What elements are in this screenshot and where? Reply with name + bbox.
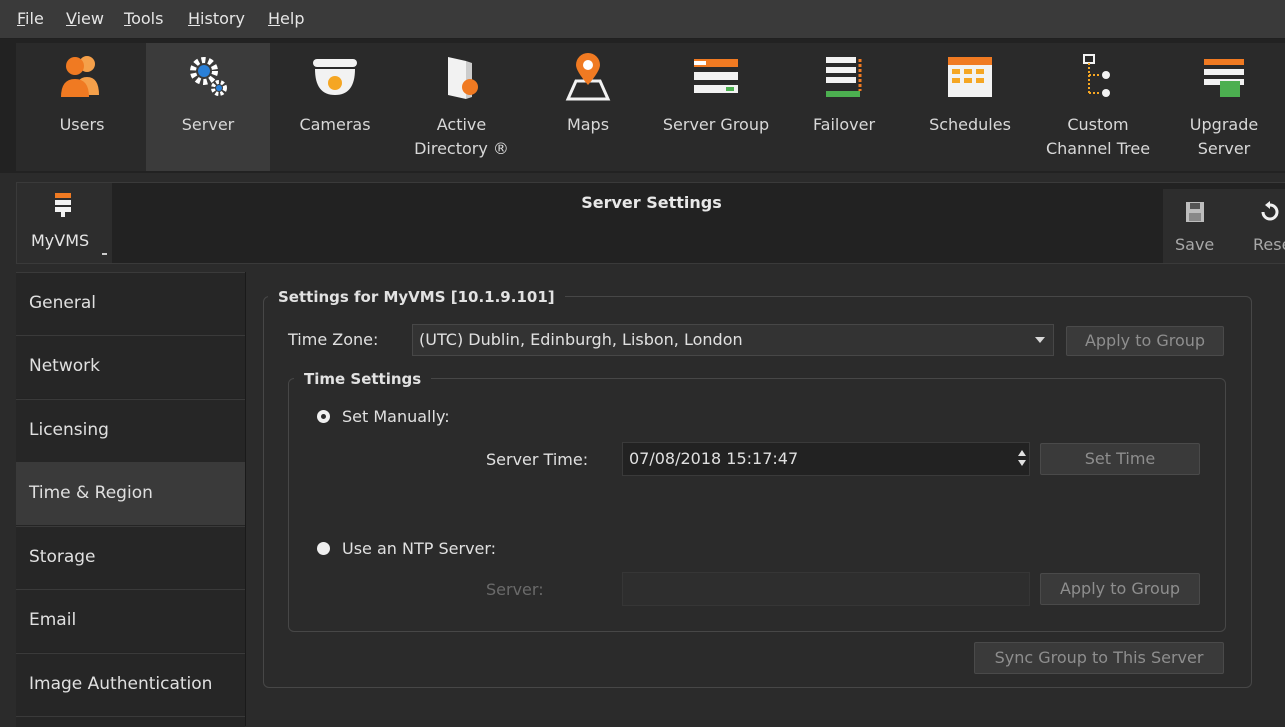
toolbar-maps-label: Maps xyxy=(566,115,610,134)
settings-header: MyVMS Server Settings Save Reset xyxy=(16,182,1285,264)
toolbar-server-group-button[interactable]: Server Group xyxy=(652,43,780,171)
toolbar-schedules-label: Schedules xyxy=(929,115,1011,134)
toolbar-upgrade-server-button[interactable]: Upgrade Server xyxy=(1164,43,1284,171)
sidebar-item-label: Storage xyxy=(29,547,96,567)
toolbar-active-directory-label: Active Directory ® xyxy=(414,115,509,158)
failover-icon xyxy=(826,57,862,97)
upgrade-server-icon xyxy=(1204,59,1244,97)
toolbar-failover-button[interactable]: Failover xyxy=(784,43,904,171)
sidebar-item-label: Image Authentication xyxy=(29,674,213,694)
apply-to-group-timezone-button[interactable]: Apply to Group xyxy=(1066,326,1224,356)
sidebar-item-more[interactable] xyxy=(16,716,245,727)
reset-icon xyxy=(1261,201,1279,221)
server-group-icon xyxy=(694,59,738,93)
menu-file[interactable]: File xyxy=(17,9,44,28)
sidebar-item-storage[interactable]: Storage xyxy=(16,526,245,589)
server-settings-title: Settings for MyVMS [10.1.9.101] xyxy=(268,288,565,306)
toolbar-schedules-button[interactable]: Schedules xyxy=(908,43,1032,171)
sidebar-item-label: Licensing xyxy=(29,420,109,440)
toolbar-channel-tree-label: Custom Channel Tree xyxy=(1045,115,1151,158)
header-actions: Save Reset xyxy=(1163,189,1285,263)
main-toolbar: Users Server Cameras Active Directory ® … xyxy=(0,39,1285,173)
server-gear-icon xyxy=(190,57,227,96)
toolbar-maps-button[interactable]: Maps xyxy=(528,43,648,171)
apply-to-group-ntp-button[interactable]: Apply to Group xyxy=(1040,573,1200,605)
ntp-radio[interactable] xyxy=(317,542,330,555)
toolbar-upgrade-server-label: Upgrade Server xyxy=(1189,115,1259,158)
server-time-label: Server Time: xyxy=(486,450,589,469)
timezone-value: (UTC) Dublin, Edinburgh, Lisbon, London xyxy=(419,330,743,349)
sidebar-item-label: General xyxy=(29,293,96,313)
toolbar-server-group-label: Server Group xyxy=(662,115,770,134)
toolbar-users-label: Users xyxy=(59,115,105,134)
ntp-server-input[interactable] xyxy=(622,572,1030,606)
menu-help[interactable]: Help xyxy=(268,9,304,28)
save-label: Save xyxy=(1175,235,1215,254)
sidebar-item-label: Network xyxy=(29,356,100,376)
dropdown-indicator xyxy=(102,253,107,255)
active-directory-icon xyxy=(447,57,478,99)
ntp-label: Use an NTP Server: xyxy=(342,539,497,558)
server-name: MyVMS xyxy=(31,231,90,250)
sidebar-item-general[interactable]: General xyxy=(16,272,245,335)
set-manually-label: Set Manually: xyxy=(342,407,450,426)
spinner-icon[interactable] xyxy=(1017,447,1027,469)
save-button[interactable]: Save xyxy=(1173,193,1217,259)
settings-panel: Settings for MyVMS [10.1.9.101] Time Zon… xyxy=(246,272,1285,726)
page-title: Server Settings xyxy=(581,193,722,212)
sidebar-item-licensing[interactable]: Licensing xyxy=(16,399,245,462)
ntp-server-label: Server: xyxy=(486,580,544,599)
menu-view[interactable]: View xyxy=(66,9,104,28)
dome-camera-icon xyxy=(313,59,357,95)
sidebar-item-label: Email xyxy=(29,610,77,630)
sidebar-item-network[interactable]: Network xyxy=(16,335,245,398)
sidebar-item-time-region[interactable]: Time & Region xyxy=(16,462,245,525)
time-settings-title: Time Settings xyxy=(294,370,432,388)
sidebar-item-label: Time & Region xyxy=(29,483,153,503)
toolbar-channel-tree-button[interactable]: Custom Channel Tree xyxy=(1036,43,1160,171)
reset-button[interactable]: Reset xyxy=(1235,193,1285,259)
timezone-label: Time Zone: xyxy=(288,330,379,349)
set-time-button[interactable]: Set Time xyxy=(1040,443,1200,475)
map-pin-icon xyxy=(565,53,611,101)
chevron-down-icon xyxy=(1035,337,1045,343)
calendar-icon xyxy=(948,57,992,97)
toolbar-cameras-label: Cameras xyxy=(299,115,371,134)
save-icon xyxy=(1186,202,1204,222)
users-icon xyxy=(61,56,99,97)
server-time-field[interactable]: 07/08/2018 15:17:47 xyxy=(622,442,1030,476)
toolbar-strip: Users Server Cameras Active Directory ® … xyxy=(16,43,1285,171)
settings-sidebar: General Network Licensing Time & Region … xyxy=(16,272,250,727)
menu-history[interactable]: History xyxy=(188,9,245,28)
sidebar-item-image-authentication[interactable]: Image Authentication xyxy=(16,653,245,716)
toolbar-cameras-button[interactable]: Cameras xyxy=(275,43,395,171)
menu-tools[interactable]: Tools xyxy=(124,9,163,28)
menu-bar: File View Tools History Help xyxy=(0,0,1285,39)
reset-label: Reset xyxy=(1253,235,1285,254)
timezone-dropdown[interactable]: (UTC) Dublin, Edinburgh, Lisbon, London xyxy=(412,324,1054,356)
set-manually-radio[interactable] xyxy=(317,410,330,423)
toolbar-failover-label: Failover xyxy=(812,115,876,134)
channel-tree-icon xyxy=(1083,54,1110,97)
toolbar-active-directory-button[interactable]: Active Directory ® xyxy=(399,43,524,171)
sync-group-button[interactable]: Sync Group to This Server xyxy=(974,642,1224,674)
toolbar-server-button[interactable]: Server xyxy=(146,43,270,171)
toolbar-server-label: Server xyxy=(181,115,235,134)
sidebar-item-email[interactable]: Email xyxy=(16,589,245,652)
server-time-value: 07/08/2018 15:17:47 xyxy=(629,449,799,468)
toolbar-users-button[interactable]: Users xyxy=(22,43,142,171)
